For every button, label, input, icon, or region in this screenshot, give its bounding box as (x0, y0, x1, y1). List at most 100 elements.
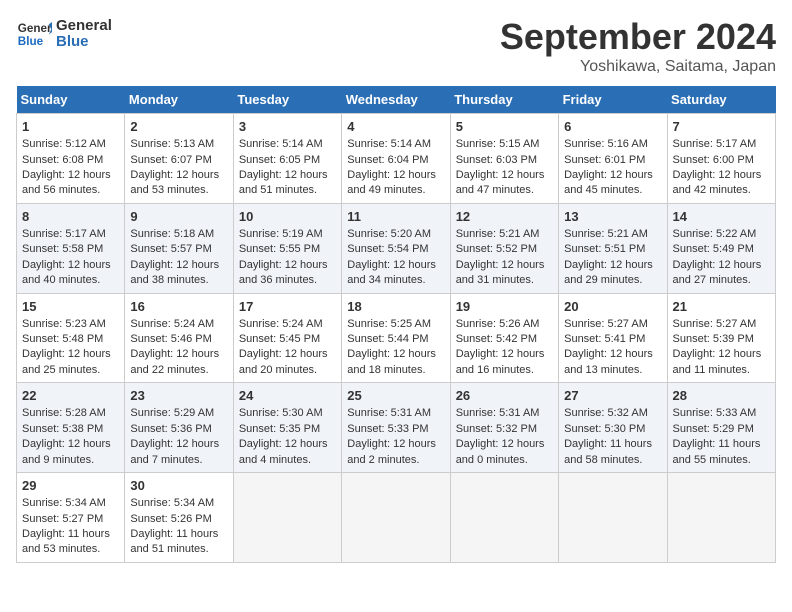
sunset-text: Sunset: 5:55 PM (239, 242, 336, 257)
daylight-text: Daylight: 12 hours and 51 minutes. (239, 168, 336, 199)
calendar-cell: 25Sunrise: 5:31 AMSunset: 5:33 PMDayligh… (342, 383, 450, 473)
day-number: 29 (22, 477, 119, 495)
sunset-text: Sunset: 5:42 PM (456, 332, 553, 347)
day-number: 11 (347, 208, 444, 226)
sunset-text: Sunset: 6:07 PM (130, 153, 227, 168)
sunset-text: Sunset: 5:58 PM (22, 242, 119, 257)
sunrise-text: Sunrise: 5:34 AM (130, 496, 227, 511)
logo-icon: General Blue (16, 16, 52, 52)
daylight-text: Daylight: 12 hours and 22 minutes. (130, 347, 227, 378)
daylight-text: Daylight: 12 hours and 53 minutes. (130, 168, 227, 199)
daylight-text: Daylight: 12 hours and 29 minutes. (564, 258, 661, 289)
sunrise-text: Sunrise: 5:15 AM (456, 137, 553, 152)
daylight-text: Daylight: 12 hours and 2 minutes. (347, 437, 444, 468)
calendar-cell: 23Sunrise: 5:29 AMSunset: 5:36 PMDayligh… (125, 383, 233, 473)
sunrise-text: Sunrise: 5:32 AM (564, 406, 661, 421)
calendar-cell: 4Sunrise: 5:14 AMSunset: 6:04 PMDaylight… (342, 114, 450, 204)
daylight-text: Daylight: 12 hours and 45 minutes. (564, 168, 661, 199)
sunset-text: Sunset: 5:41 PM (564, 332, 661, 347)
day-number: 8 (22, 208, 119, 226)
day-number: 10 (239, 208, 336, 226)
sunset-text: Sunset: 5:57 PM (130, 242, 227, 257)
day-number: 28 (673, 387, 770, 405)
calendar-cell (667, 473, 775, 563)
calendar-cell: 1Sunrise: 5:12 AMSunset: 6:08 PMDaylight… (17, 114, 125, 204)
sunrise-text: Sunrise: 5:21 AM (564, 227, 661, 242)
sunset-text: Sunset: 5:46 PM (130, 332, 227, 347)
daylight-text: Daylight: 11 hours and 53 minutes. (22, 527, 119, 558)
sunset-text: Sunset: 5:27 PM (22, 512, 119, 527)
calendar-cell: 8Sunrise: 5:17 AMSunset: 5:58 PMDaylight… (17, 203, 125, 293)
sunset-text: Sunset: 5:29 PM (673, 422, 770, 437)
sunset-text: Sunset: 6:08 PM (22, 153, 119, 168)
sunrise-text: Sunrise: 5:24 AM (130, 317, 227, 332)
calendar-cell: 6Sunrise: 5:16 AMSunset: 6:01 PMDaylight… (559, 114, 667, 204)
sunset-text: Sunset: 5:51 PM (564, 242, 661, 257)
sunrise-text: Sunrise: 5:25 AM (347, 317, 444, 332)
daylight-text: Daylight: 12 hours and 20 minutes. (239, 347, 336, 378)
calendar-cell: 12Sunrise: 5:21 AMSunset: 5:52 PMDayligh… (450, 203, 558, 293)
logo: General Blue General Blue (16, 16, 112, 52)
svg-text:Blue: Blue (18, 35, 44, 48)
weekday-header-monday: Monday (125, 86, 233, 114)
sunrise-text: Sunrise: 5:24 AM (239, 317, 336, 332)
daylight-text: Daylight: 12 hours and 16 minutes. (456, 347, 553, 378)
day-number: 20 (564, 298, 661, 316)
calendar-cell: 3Sunrise: 5:14 AMSunset: 6:05 PMDaylight… (233, 114, 341, 204)
daylight-text: Daylight: 12 hours and 31 minutes. (456, 258, 553, 289)
calendar-cell: 24Sunrise: 5:30 AMSunset: 5:35 PMDayligh… (233, 383, 341, 473)
day-number: 16 (130, 298, 227, 316)
calendar-cell: 7Sunrise: 5:17 AMSunset: 6:00 PMDaylight… (667, 114, 775, 204)
calendar-week-4: 22Sunrise: 5:28 AMSunset: 5:38 PMDayligh… (17, 383, 776, 473)
sunrise-text: Sunrise: 5:19 AM (239, 227, 336, 242)
day-number: 22 (22, 387, 119, 405)
calendar-cell: 18Sunrise: 5:25 AMSunset: 5:44 PMDayligh… (342, 293, 450, 383)
sunrise-text: Sunrise: 5:34 AM (22, 496, 119, 511)
calendar-cell: 14Sunrise: 5:22 AMSunset: 5:49 PMDayligh… (667, 203, 775, 293)
day-number: 1 (22, 118, 119, 136)
weekday-header-thursday: Thursday (450, 86, 558, 114)
calendar-cell: 16Sunrise: 5:24 AMSunset: 5:46 PMDayligh… (125, 293, 233, 383)
sunset-text: Sunset: 6:00 PM (673, 153, 770, 168)
daylight-text: Daylight: 11 hours and 51 minutes. (130, 527, 227, 558)
calendar-week-5: 29Sunrise: 5:34 AMSunset: 5:27 PMDayligh… (17, 473, 776, 563)
weekday-header-tuesday: Tuesday (233, 86, 341, 114)
daylight-text: Daylight: 11 hours and 58 minutes. (564, 437, 661, 468)
calendar-cell (342, 473, 450, 563)
sunset-text: Sunset: 5:39 PM (673, 332, 770, 347)
daylight-text: Daylight: 12 hours and 18 minutes. (347, 347, 444, 378)
sunrise-text: Sunrise: 5:20 AM (347, 227, 444, 242)
sunrise-text: Sunrise: 5:31 AM (456, 406, 553, 421)
title-block: September 2024 Yoshikawa, Saitama, Japan (500, 16, 776, 76)
sunset-text: Sunset: 6:03 PM (456, 153, 553, 168)
day-number: 14 (673, 208, 770, 226)
sunrise-text: Sunrise: 5:26 AM (456, 317, 553, 332)
daylight-text: Daylight: 12 hours and 40 minutes. (22, 258, 119, 289)
day-number: 25 (347, 387, 444, 405)
calendar-week-3: 15Sunrise: 5:23 AMSunset: 5:48 PMDayligh… (17, 293, 776, 383)
calendar-cell: 15Sunrise: 5:23 AMSunset: 5:48 PMDayligh… (17, 293, 125, 383)
day-number: 12 (456, 208, 553, 226)
sunrise-text: Sunrise: 5:14 AM (239, 137, 336, 152)
daylight-text: Daylight: 12 hours and 36 minutes. (239, 258, 336, 289)
sunset-text: Sunset: 6:04 PM (347, 153, 444, 168)
sunrise-text: Sunrise: 5:27 AM (564, 317, 661, 332)
calendar-cell: 29Sunrise: 5:34 AMSunset: 5:27 PMDayligh… (17, 473, 125, 563)
sunset-text: Sunset: 5:38 PM (22, 422, 119, 437)
sunset-text: Sunset: 5:32 PM (456, 422, 553, 437)
day-number: 23 (130, 387, 227, 405)
weekday-header-saturday: Saturday (667, 86, 775, 114)
daylight-text: Daylight: 12 hours and 34 minutes. (347, 258, 444, 289)
daylight-text: Daylight: 12 hours and 49 minutes. (347, 168, 444, 199)
day-number: 24 (239, 387, 336, 405)
sunrise-text: Sunrise: 5:31 AM (347, 406, 444, 421)
sunrise-text: Sunrise: 5:14 AM (347, 137, 444, 152)
sunrise-text: Sunrise: 5:12 AM (22, 137, 119, 152)
sunrise-text: Sunrise: 5:13 AM (130, 137, 227, 152)
calendar-cell (233, 473, 341, 563)
daylight-text: Daylight: 12 hours and 11 minutes. (673, 347, 770, 378)
sunrise-text: Sunrise: 5:30 AM (239, 406, 336, 421)
sunset-text: Sunset: 5:26 PM (130, 512, 227, 527)
day-number: 13 (564, 208, 661, 226)
calendar-cell: 5Sunrise: 5:15 AMSunset: 6:03 PMDaylight… (450, 114, 558, 204)
